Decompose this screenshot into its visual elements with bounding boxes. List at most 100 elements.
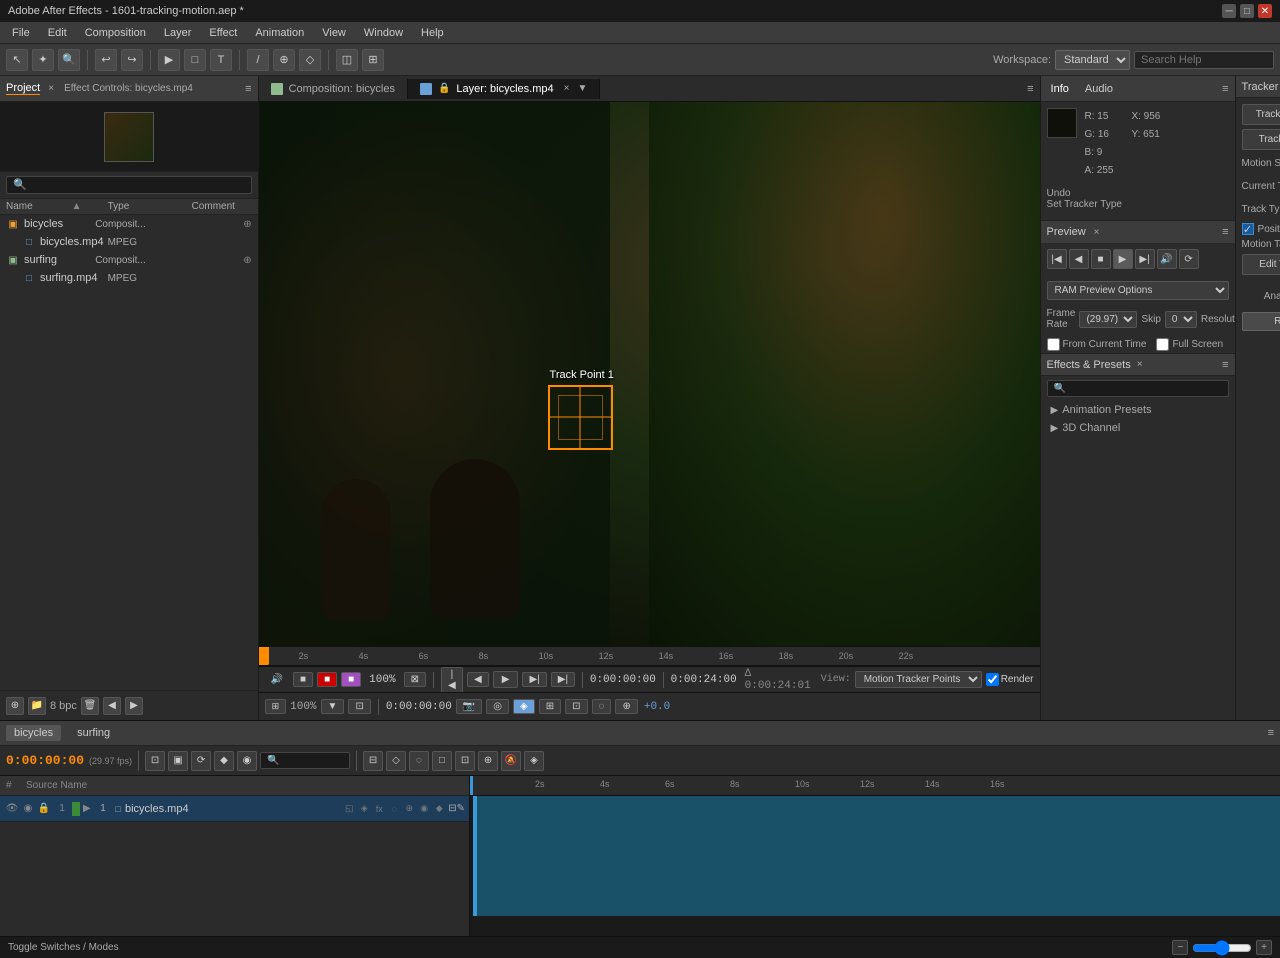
menu-animation[interactable]: Animation xyxy=(247,25,312,41)
effects-presets-tab[interactable]: Effects & Presets xyxy=(1047,359,1131,371)
project-tab-close[interactable]: × xyxy=(48,83,54,94)
layer-switch-2[interactable]: ◈ xyxy=(357,802,371,816)
comp-tab-layer[interactable]: 🔒 Layer: bicycles.mp4 × ▼ xyxy=(408,79,600,99)
tool-undo[interactable]: ↩ xyxy=(95,49,117,71)
search-help-input[interactable] xyxy=(1134,51,1274,69)
tool-redo[interactable]: ↪ xyxy=(121,49,143,71)
preview-tab[interactable]: Preview xyxy=(1047,226,1086,238)
comp-tab-bicycles[interactable]: Composition: bicycles xyxy=(259,79,408,99)
tool-rect[interactable]: □ xyxy=(184,49,206,71)
effects-search-input[interactable] xyxy=(1047,380,1229,397)
preview-stop[interactable]: ■ xyxy=(1091,249,1111,269)
project-item-surfing-mp4[interactable]: □ surfing.mp4 MPEG xyxy=(0,269,258,287)
vc2-transform[interactable]: ⊕ xyxy=(615,699,637,714)
tool-pen[interactable]: ✦ xyxy=(32,49,54,71)
tl-render-queue[interactable]: ⟳ xyxy=(191,751,211,771)
trash-button[interactable]: 🗑 xyxy=(81,697,99,715)
menu-layer[interactable]: Layer xyxy=(156,25,200,41)
preview-audio[interactable]: 🔊 xyxy=(1157,249,1177,269)
tl-motion-blur[interactable]: ◌ xyxy=(409,751,429,771)
tl-comp-mini[interactable]: ▣ xyxy=(168,751,188,771)
layer-row-bicycles-mp4[interactable]: 👁 ◉ 🔒 1 ▶ 1 □ bicycles.mp4 ◱ ◈ fx ◌ ⊕ ◉ … xyxy=(0,796,469,822)
tool-eraser[interactable]: ◇ xyxy=(299,49,321,71)
vc-next-frame[interactable]: ▶| xyxy=(522,672,546,687)
tool-brush[interactable]: / xyxy=(247,49,269,71)
tl-mute[interactable]: 🔕 xyxy=(501,751,521,771)
full-screen-checkbox[interactable] xyxy=(1156,338,1169,351)
menu-window[interactable]: Window xyxy=(356,25,411,41)
tool-text[interactable]: T xyxy=(210,49,232,71)
tl-draft-3d[interactable]: ⊕ xyxy=(478,751,498,771)
from-current-checkbox-label[interactable]: From Current Time xyxy=(1047,338,1147,351)
track-motion-button[interactable]: Track Motion xyxy=(1242,129,1280,150)
preview-loop[interactable]: ⟳ xyxy=(1179,249,1199,269)
layer-switch-3[interactable]: fx xyxy=(372,802,386,816)
project-item-bicycles[interactable]: ▣ bicycles Composit... ⊕ xyxy=(0,215,258,233)
timeline-tab-surfing[interactable]: surfing xyxy=(69,725,118,741)
zoom-in-button[interactable]: + xyxy=(1256,940,1272,955)
layer-trim-out[interactable]: ✎ xyxy=(457,803,465,814)
vc2-layer-icon[interactable]: ⊡ xyxy=(348,699,370,714)
layer-switch-1[interactable]: ◱ xyxy=(342,802,356,816)
new-comp-button[interactable]: ⊕ xyxy=(6,697,24,715)
vc-play-button[interactable]: ▶ xyxy=(493,671,519,688)
menu-file[interactable]: File xyxy=(4,25,38,41)
vc2-motion-blur[interactable]: ◌ xyxy=(592,699,612,714)
vc2-btn-1[interactable]: ⊞ xyxy=(265,699,287,714)
vc2-snap[interactable]: ⊡ xyxy=(565,699,587,714)
vc-fit-button[interactable]: ⊠ xyxy=(404,672,426,687)
vc-tool-1[interactable]: ■ xyxy=(293,672,313,687)
menu-composition[interactable]: Composition xyxy=(77,25,154,41)
comp-tab-dropdown-icon[interactable]: ▼ xyxy=(577,83,587,94)
workspace-select[interactable]: Standard xyxy=(1055,50,1130,70)
layer-switch-6[interactable]: ◉ xyxy=(417,802,431,816)
next-item-button[interactable]: ▶ xyxy=(125,697,143,715)
panel-menu-btn-comp[interactable]: ≡ xyxy=(1021,83,1039,95)
tl-3d-layer[interactable]: □ xyxy=(432,751,452,771)
project-search-input[interactable] xyxy=(6,176,252,194)
vc-tool-2[interactable]: ■ xyxy=(317,672,337,687)
tool-select[interactable]: ↖ xyxy=(6,49,28,71)
comp-tab-layer-close[interactable]: × xyxy=(564,83,570,94)
info-tab[interactable]: Info xyxy=(1047,81,1073,97)
tool-clone[interactable]: ⊕ xyxy=(273,49,295,71)
close-button[interactable]: ✕ xyxy=(1258,4,1272,18)
audio-button[interactable]: 🔊 xyxy=(265,673,289,686)
vc2-grid[interactable]: ⊞ xyxy=(539,699,561,714)
tool-render[interactable]: ▶ xyxy=(158,49,180,71)
layer-switch-7[interactable]: ◆ xyxy=(432,802,446,816)
menu-effect[interactable]: Effect xyxy=(201,25,245,41)
tl-frame-blend[interactable]: ⊡ xyxy=(455,751,475,771)
menu-edit[interactable]: Edit xyxy=(40,25,75,41)
preview-play[interactable]: ▶ xyxy=(1113,249,1133,269)
tracker-tab[interactable]: Tracker xyxy=(1242,81,1279,93)
preview-prev-frame[interactable]: ◀ xyxy=(1069,249,1089,269)
render-checkbox[interactable] xyxy=(986,673,999,686)
ep-item-animation-presets[interactable]: ▶ Animation Presets xyxy=(1041,401,1235,419)
timeline-search-input[interactable] xyxy=(260,752,350,769)
vc-tool-3[interactable]: ■ xyxy=(341,672,361,687)
audio-tab[interactable]: Audio xyxy=(1081,81,1117,97)
zoom-out-button[interactable]: − xyxy=(1172,940,1188,955)
ep-item-3d-channel[interactable]: ▶ 3D Channel xyxy=(1041,419,1235,437)
project-tab[interactable]: Project xyxy=(6,82,40,95)
preview-tab-close[interactable]: × xyxy=(1094,227,1100,238)
track-point-box[interactable]: Track Point 1 xyxy=(548,385,613,450)
layer-visibility-toggle[interactable]: 👁 xyxy=(4,801,20,817)
tl-collapse[interactable]: ⊟ xyxy=(363,751,383,771)
minimize-button[interactable]: ─ xyxy=(1222,4,1236,18)
menu-view[interactable]: View xyxy=(314,25,354,41)
full-screen-checkbox-label[interactable]: Full Screen xyxy=(1156,338,1223,351)
timeline-tab-bicycles[interactable]: bicycles xyxy=(6,725,61,741)
layer-switch-4[interactable]: ◌ xyxy=(387,802,401,816)
vc2-color-btn[interactable]: ◈ xyxy=(513,699,535,714)
reset-button[interactable]: Reset xyxy=(1242,312,1280,331)
tl-solo[interactable]: ◉ xyxy=(237,751,257,771)
frame-rate-dropdown[interactable]: (29.97) xyxy=(1079,311,1137,328)
layer-trim-in[interactable]: ⊟ xyxy=(448,803,456,814)
info-panel-menu[interactable]: ≡ xyxy=(1222,83,1228,95)
from-current-checkbox[interactable] xyxy=(1047,338,1060,351)
prev-item-button[interactable]: ◀ xyxy=(103,697,121,715)
edit-target-button[interactable]: Edit Target... xyxy=(1242,254,1280,275)
position-checkbox[interactable]: ✓ xyxy=(1242,223,1254,235)
